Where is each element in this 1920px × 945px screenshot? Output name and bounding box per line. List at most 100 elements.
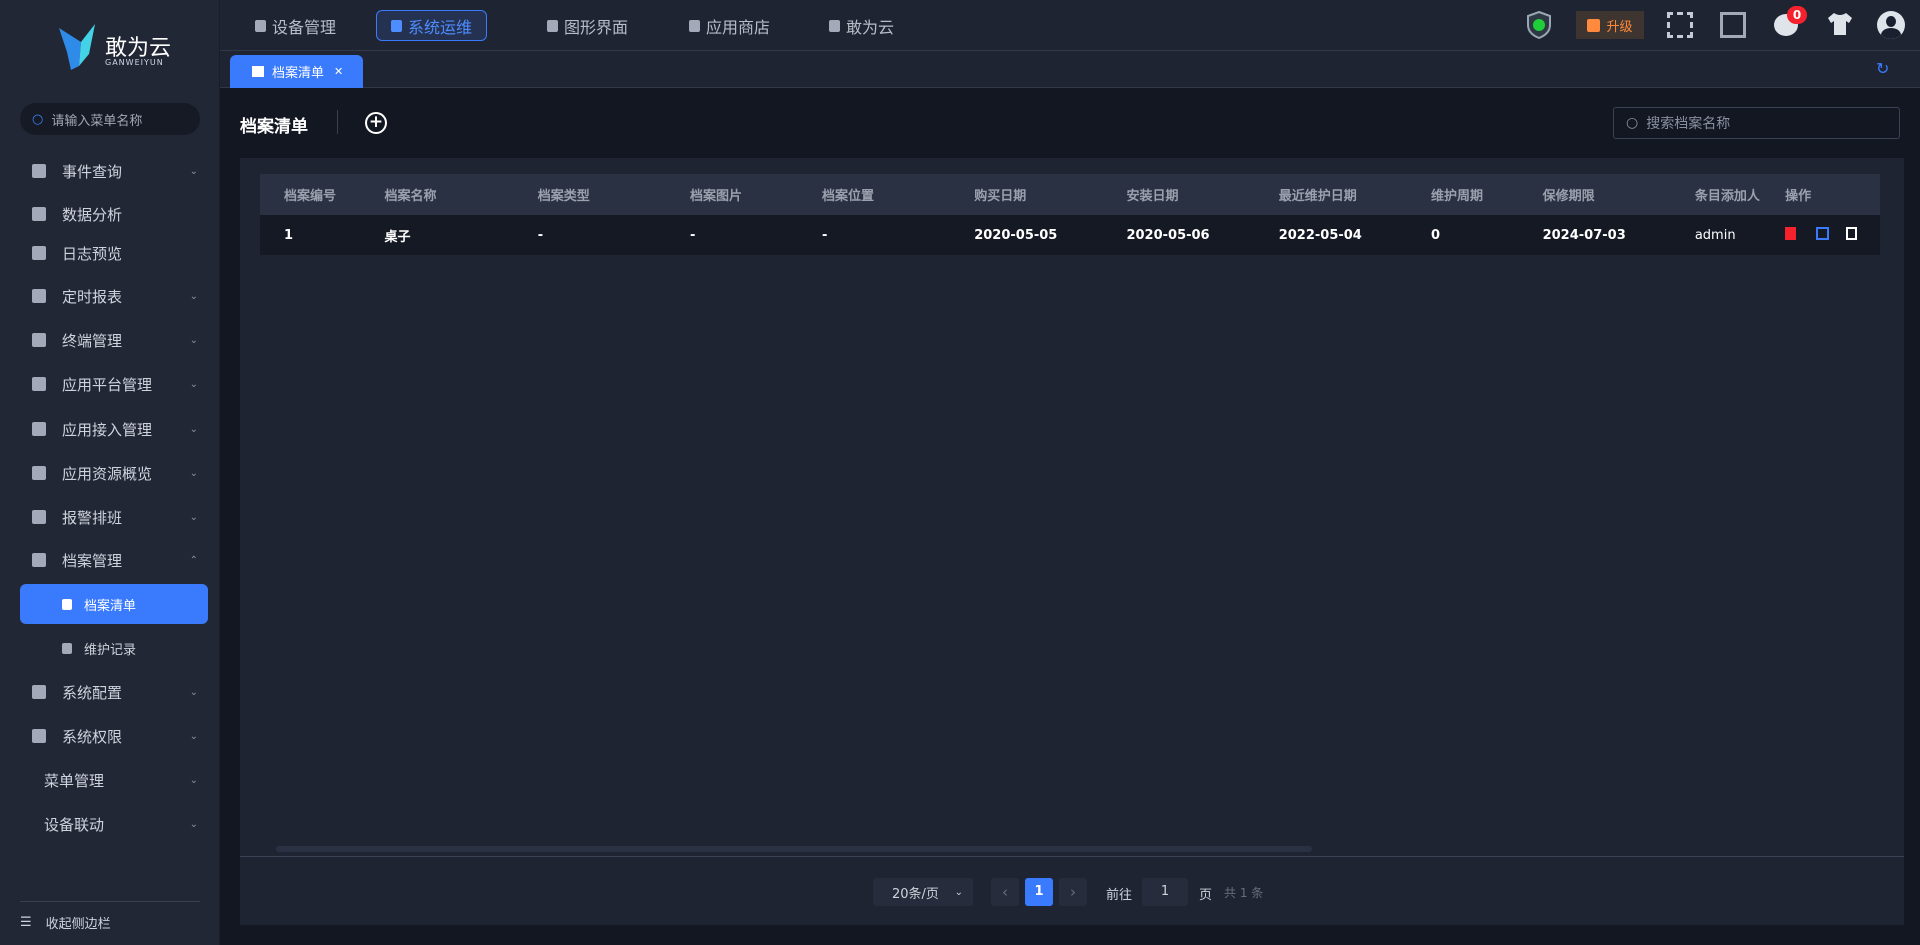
sidebar-item-3[interactable]: 定时报表 ⌄ [20,276,208,316]
edit-icon[interactable] [1816,226,1830,240]
column-header: 档案类型 [513,174,666,215]
sidebar-item-label: 系统配置 [62,683,123,702]
theme-shirt-icon[interactable] [1826,12,1854,40]
sidebar-item-8[interactable]: 报警排班 ⌄ [20,497,208,537]
logo: 敢为云 GANWEIYUN [55,22,175,74]
menu-icon [32,729,46,743]
prev-page-button[interactable]: ‹ [991,878,1019,906]
nav-icon [391,19,402,32]
table-cell: 2020-05-05 [950,215,1103,255]
chevron-icon: ⌄ [189,334,198,346]
table-cell: 2022-05-04 [1254,215,1407,255]
topnav-3[interactable]: 应用商店 [675,10,784,41]
sidebar-item-12[interactable]: 系统配置 ⌄ [20,672,208,712]
tab-close-icon[interactable]: ✕ [334,65,343,78]
column-header: 操作 [1761,174,1880,215]
horizontal-scrollbar[interactable] [276,846,1312,852]
detail-icon[interactable] [1846,226,1858,240]
sidebar-item-label: 档案清单 [84,598,137,614]
sidebar-item-4[interactable]: 终端管理 ⌄ [20,320,208,360]
total-count: 共 1 条 [1224,886,1264,900]
top-bar: 设备管理 系统运维 图形界面 应用商店 敢为云 升级 0 [220,0,1920,51]
topnav-0[interactable]: 设备管理 [241,10,350,41]
user-avatar[interactable] [1877,11,1905,39]
page-size-value: 20条/页 [892,886,939,902]
page-title: 档案清单 [240,117,308,137]
delete-icon[interactable] [1785,226,1797,240]
refresh-icon[interactable]: ↻ [1876,59,1889,78]
menu-search-placeholder: 请输入菜单名称 [51,113,143,129]
archive-search-input[interactable]: ○ 搜索档案名称 [1613,107,1900,139]
books-icon [252,66,264,77]
sidebar-item-label: 报警排班 [62,508,123,527]
chevron-icon: ⌄ [189,467,198,479]
sidebar-item-label: 菜单管理 [44,771,105,790]
sidebar-item-9[interactable]: 档案管理 ⌃ [20,540,208,580]
chevron-icon: ⌄ [189,378,198,390]
topnav-2[interactable]: 图形界面 [533,10,642,41]
chevron-icon: ⌄ [189,511,198,523]
sidebar-item-15[interactable]: 设备联动 ⌄ [20,804,208,844]
menu-icon [32,466,46,480]
sidebar-item-label: 日志预览 [62,244,123,263]
divider [240,856,1904,857]
sidebar-item-0[interactable]: 事件查询 ⌄ [20,151,208,191]
sidebar-item-label: 终端管理 [62,331,123,350]
sidebar-item-7[interactable]: 应用资源概览 ⌄ [20,453,208,493]
sidebar-item-label: 设备联动 [44,815,105,834]
topnav-label: 系统运维 [408,17,473,37]
column-header: 保修期限 [1518,174,1671,215]
search-placeholder: 搜索档案名称 [1646,116,1731,132]
chevron-icon: ⌄ [189,686,198,698]
screen-frame-icon[interactable] [1720,12,1746,38]
sidebar-item-label: 定时报表 [62,287,123,306]
security-shield-icon[interactable] [1526,10,1552,43]
topnav-1[interactable]: 系统运维 [376,10,488,41]
table-cell: - [666,215,798,255]
sidebar-item-label: 应用资源概览 [62,464,153,483]
sidebar-item-11[interactable]: 维护记录 [20,628,208,668]
menu-icon [32,207,46,221]
sidebar-item-1[interactable]: 数据分析 [20,194,208,234]
main-content: 档案清单 + ○ 搜索档案名称 档案编号 档案名称 档案类型 档案图片 档案位置 购买日期安… [220,88,1920,945]
page-size-select[interactable]: 20条/页 ⌄ [873,878,973,906]
search-icon: ○ [1626,115,1639,131]
column-header: 档案名称 [360,174,514,215]
search-icon: ○ [32,111,44,127]
column-header: 条目添加人 [1670,174,1762,215]
upgrade-button[interactable]: 升级 [1576,11,1644,39]
sidebar: 敢为云 GANWEIYUN ○ 请输入菜单名称 事件查询 ⌄ 数据分析日志预览定时报表… [0,0,220,945]
menu-icon [32,246,46,260]
tab-strip: 档案清单 ✕ ↻ [220,51,1920,88]
menu-search-input[interactable]: ○ 请输入菜单名称 [20,103,200,135]
goto-page-input[interactable]: 1 [1142,878,1188,906]
sidebar-item-13[interactable]: 系统权限 ⌄ [20,716,208,756]
brand-sub: GANWEIYUN [105,58,164,67]
menu-icon [32,553,46,567]
column-header: 安装日期 [1102,174,1255,215]
collapse-sidebar-button[interactable]: ☰ 收起侧边栏 [20,913,111,932]
butterfly-logo-icon [59,24,95,70]
menu-icon [32,685,46,699]
sidebar-item-label: 应用接入管理 [62,420,153,439]
table-cell: admin [1670,215,1762,255]
add-archive-button[interactable]: + [365,112,387,134]
sidebar-item-6[interactable]: 应用接入管理 ⌄ [20,409,208,449]
topnav-label: 设备管理 [272,17,337,37]
chevron-icon: ⌄ [189,730,198,742]
column-header: 购买日期 [950,174,1103,215]
sidebar-item-10[interactable]: 档案清单 [20,584,208,624]
sidebar-item-14[interactable]: 菜单管理 ⌄ [20,760,208,800]
topnav-4[interactable]: 敢为云 [815,10,908,41]
sidebar-item-5[interactable]: 应用平台管理 ⌄ [20,364,208,404]
column-header: 档案位置 [797,174,951,215]
nav-icon [829,19,840,32]
menu-icon [32,164,46,178]
column-header: 最近维护日期 [1254,174,1407,215]
tab-archive-list[interactable]: 档案清单 ✕ [230,55,363,88]
fullscreen-icon[interactable] [1667,12,1693,38]
sidebar-item-2[interactable]: 日志预览 [20,233,208,273]
next-page-button[interactable]: › [1059,878,1087,906]
row-actions [1761,215,1880,255]
page-1-button[interactable]: 1 [1025,878,1053,906]
